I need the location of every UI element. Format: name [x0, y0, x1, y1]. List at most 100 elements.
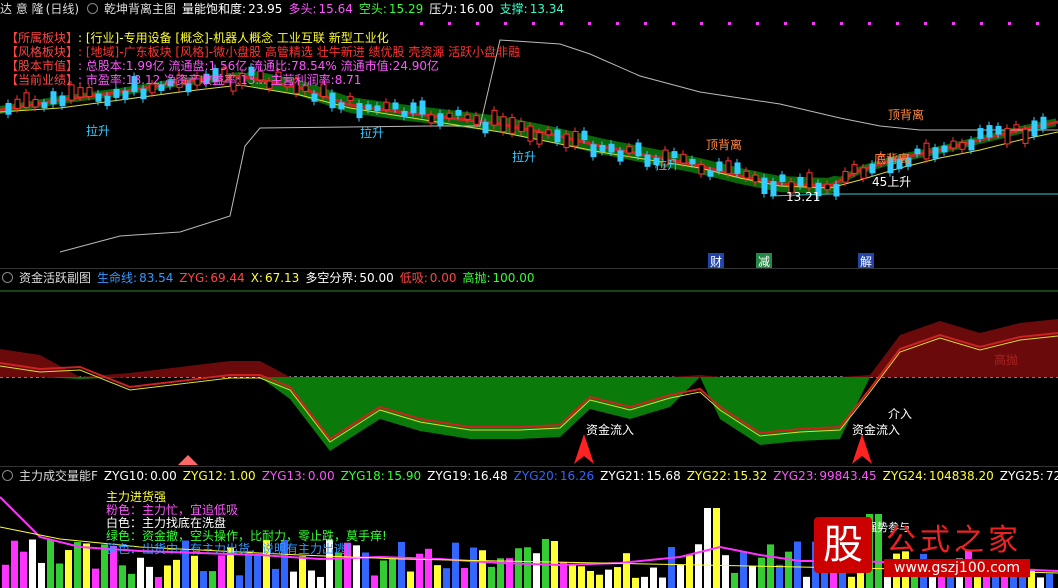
- metric-value: 13.34: [530, 2, 564, 16]
- candle-body: [141, 89, 146, 99]
- fund-inflow-label: 资金流入: [586, 421, 634, 438]
- info-label: 【所属板块】: [6, 31, 78, 45]
- volume-bar: [470, 548, 477, 588]
- volume-bar: [668, 547, 675, 588]
- fund-activity-panel[interactable]: 资金活跃副图生命线:83.54ZYG:69.44X:67.13多空分界:50.0…: [0, 268, 1058, 467]
- metric-value: 23.95: [248, 2, 282, 16]
- metric-value: 83.54: [139, 271, 173, 285]
- candle-body: [996, 126, 1001, 134]
- event-badge[interactable]: 减: [756, 253, 772, 268]
- metric-item: 低吸:0.00: [400, 271, 457, 285]
- metric-value: 67.13: [265, 271, 299, 285]
- collapse-icon[interactable]: [2, 272, 13, 283]
- volume-bar: [452, 543, 459, 588]
- sub-metrics: 生命线:83.54ZYG:69.44X:67.13多空分界:50.00低吸:0.…: [97, 271, 541, 285]
- metric-label: ZYG22:: [687, 469, 731, 483]
- metric-item: 量能饱和度:23.95: [182, 2, 282, 16]
- volume-bar: [146, 567, 153, 588]
- volume-bar: [272, 569, 279, 588]
- bottom-divergence-label: 底背离: [874, 150, 910, 167]
- metric-value: 16.48: [473, 469, 507, 483]
- metric-value: 15.64: [318, 2, 352, 16]
- candle-body: [924, 143, 929, 159]
- volume-indicator-name[interactable]: 主力成交量能F: [19, 469, 98, 483]
- candle-body: [60, 96, 65, 106]
- signal-dot: [1008, 22, 1011, 25]
- info-text: : [地域]-广东板块 [风格]-微小盘股 高管精选 壮牛新进 绩优股 壳资源 …: [78, 45, 520, 59]
- volume-bar: [776, 565, 783, 588]
- candle-body: [726, 161, 731, 174]
- volume-bar: [443, 568, 450, 588]
- sub-indicator-name[interactable]: 资金活跃副图: [19, 271, 91, 285]
- info-label: 【当前业绩】: [6, 73, 78, 87]
- metric-value: 1.00: [229, 469, 256, 483]
- candle-body: [555, 130, 560, 142]
- stock-name: 达 意 隆: [0, 2, 44, 16]
- candle-body: [951, 141, 956, 148]
- candle-body: [627, 147, 632, 153]
- candle-body: [807, 173, 812, 188]
- signal-dot: [420, 22, 423, 25]
- signal-dot: [784, 22, 787, 25]
- volume-bar: [245, 551, 252, 588]
- collapse-icon[interactable]: [2, 470, 13, 481]
- candle-body: [312, 94, 317, 101]
- metric-value: 104838.20: [929, 469, 994, 483]
- candle-body: [24, 93, 29, 108]
- candle-body: [708, 171, 713, 176]
- fund-inflow-label: 资金流入: [852, 421, 900, 438]
- volume-bar: [308, 571, 315, 588]
- buy-arrow-icon: [852, 434, 872, 464]
- candle-body: [960, 143, 965, 150]
- volume-bar: [785, 552, 792, 588]
- info-line: 【当前业绩】: 市盈率:18.12 净资产收益率:13... 主营利润率:8.7…: [6, 73, 520, 87]
- volume-bar: [29, 540, 36, 588]
- main-indicator-name[interactable]: 乾坤背离主图: [104, 2, 176, 16]
- volume-bar: [254, 554, 261, 588]
- metric-value: 0.00: [308, 469, 335, 483]
- event-badge[interactable]: 解: [858, 253, 874, 268]
- volume-bar: [650, 568, 657, 588]
- signal-dot: [700, 22, 703, 25]
- metric-item: 支撑:13.34: [500, 2, 564, 16]
- candle-body: [591, 145, 596, 157]
- volume-bar: [209, 571, 216, 588]
- candle-body: [744, 171, 749, 178]
- pull-up-label: 拉升: [86, 122, 110, 139]
- info-label: 【风格板块】: [6, 45, 78, 59]
- watermark: 股 公式之家 www.gszj100.com: [814, 509, 1052, 583]
- candle-body: [843, 171, 848, 182]
- volume-bar: [614, 567, 621, 588]
- main-chart-panel[interactable]: 达 意 隆(日线)乾坤背离主图量能饱和度:23.95多头:15.64空头:15.…: [0, 0, 1058, 268]
- volume-bar: [749, 566, 756, 588]
- metric-item: ZYG25:72215.00: [1000, 469, 1058, 483]
- candle-body: [474, 116, 479, 125]
- candle-body: [1032, 121, 1037, 136]
- candle-body: [69, 85, 74, 100]
- metric-label: ZYG20:: [514, 469, 558, 483]
- volume-bar: [434, 565, 441, 588]
- metric-label: ZYG13:: [262, 469, 306, 483]
- signal-dot: [924, 22, 927, 25]
- candle-body: [780, 175, 785, 182]
- candle-body: [501, 117, 506, 132]
- candle-body: [690, 159, 695, 163]
- collapse-icon[interactable]: [87, 3, 98, 14]
- signal-dot: [756, 22, 759, 25]
- metric-label: 低吸:: [400, 271, 428, 285]
- pull-up-label: 拉升: [512, 148, 536, 165]
- candle-body: [825, 184, 830, 190]
- buy-arrow-icon: [574, 434, 594, 464]
- event-badge[interactable]: 财: [708, 253, 724, 268]
- candle-body: [1023, 129, 1028, 143]
- metric-label: 多头:: [288, 2, 316, 16]
- metric-label: 量能饱和度:: [182, 2, 246, 16]
- metric-value: 72215.00: [1046, 469, 1058, 483]
- metric-item: ZYG13:0.00: [262, 469, 335, 483]
- signal-dot: [616, 22, 619, 25]
- candle-body: [339, 103, 344, 109]
- metric-label: 压力:: [429, 2, 457, 16]
- candle-body: [348, 96, 353, 100]
- info-line: 【所属板块】: [行业]-专用设备 [概念]-机器人概念 工业互联 新型工业化: [6, 31, 520, 45]
- metric-label: X:: [251, 271, 263, 285]
